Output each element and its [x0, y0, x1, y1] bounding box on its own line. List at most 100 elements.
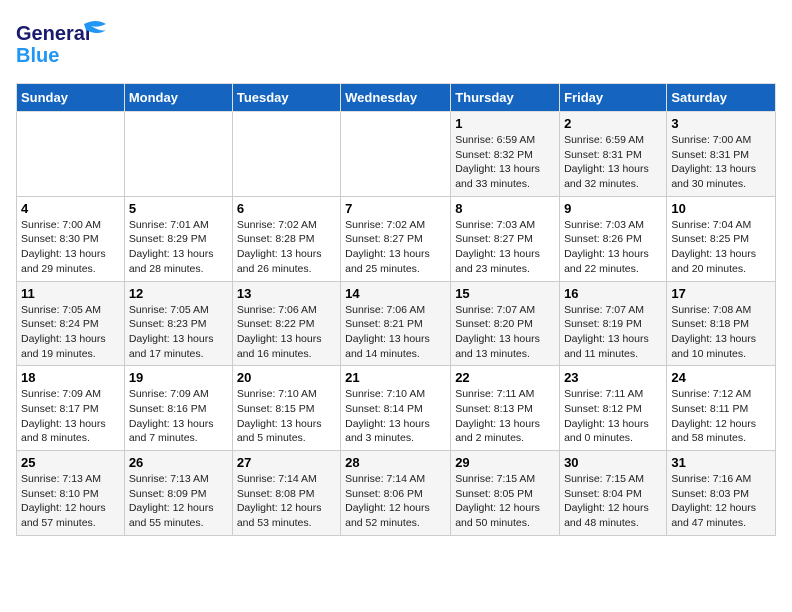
day-info: Sunrise: 7:13 AM Sunset: 8:09 PM Dayligh…	[129, 472, 228, 531]
day-number: 16	[564, 286, 662, 301]
calendar-cell	[232, 112, 340, 197]
calendar-cell: 28 Sunrise: 7:14 AM Sunset: 8:06 PM Dayli…	[341, 451, 451, 536]
calendar-cell: 25 Sunrise: 7:13 AM Sunset: 8:10 PM Dayli…	[17, 451, 125, 536]
day-info: Sunrise: 7:03 AM Sunset: 8:26 PM Dayligh…	[564, 218, 662, 277]
day-info: Sunrise: 7:01 AM Sunset: 8:29 PM Dayligh…	[129, 218, 228, 277]
weekday-thursday: Thursday	[451, 84, 560, 112]
day-info: Sunrise: 6:59 AM Sunset: 8:31 PM Dayligh…	[564, 133, 662, 192]
calendar-cell: 14 Sunrise: 7:06 AM Sunset: 8:21 PM Dayli…	[341, 281, 451, 366]
day-number: 23	[564, 370, 662, 385]
calendar-cell	[124, 112, 232, 197]
day-info: Sunrise: 7:16 AM Sunset: 8:03 PM Dayligh…	[671, 472, 771, 531]
day-info: Sunrise: 7:14 AM Sunset: 8:06 PM Dayligh…	[345, 472, 446, 531]
weekday-tuesday: Tuesday	[232, 84, 340, 112]
calendar-cell: 2 Sunrise: 6:59 AM Sunset: 8:31 PM Daylig…	[560, 112, 667, 197]
day-number: 15	[455, 286, 555, 301]
calendar-cell: 20 Sunrise: 7:10 AM Sunset: 8:15 PM Dayli…	[232, 366, 340, 451]
weekday-wednesday: Wednesday	[341, 84, 451, 112]
day-number: 27	[237, 455, 336, 470]
day-number: 4	[21, 201, 120, 216]
day-info: Sunrise: 7:15 AM Sunset: 8:05 PM Dayligh…	[455, 472, 555, 531]
day-number: 11	[21, 286, 120, 301]
day-number: 22	[455, 370, 555, 385]
calendar-week-2: 11Sunrise: 7:05 AM Sunset: 8:24 PM Dayli…	[17, 281, 776, 366]
svg-text:Blue: Blue	[16, 45, 59, 67]
day-number: 9	[564, 201, 662, 216]
day-number: 29	[455, 455, 555, 470]
day-info: Sunrise: 7:12 AM Sunset: 8:11 PM Dayligh…	[671, 387, 771, 446]
day-info: Sunrise: 7:09 AM Sunset: 8:16 PM Dayligh…	[129, 387, 228, 446]
logo: General Blue	[16, 16, 126, 71]
day-number: 13	[237, 286, 336, 301]
calendar-cell: 18 Sunrise: 7:09 AM Sunset: 8:17 PM Dayli…	[17, 366, 125, 451]
day-number: 25	[21, 455, 120, 470]
day-info: Sunrise: 7:06 AM Sunset: 8:22 PM Dayligh…	[237, 303, 336, 362]
weekday-saturday: Saturday	[667, 84, 776, 112]
day-number: 8	[455, 201, 555, 216]
day-info: Sunrise: 7:03 AM Sunset: 8:27 PM Dayligh…	[455, 218, 555, 277]
day-number: 6	[237, 201, 336, 216]
day-number: 1	[455, 116, 555, 131]
day-info: Sunrise: 7:09 AM Sunset: 8:17 PM Dayligh…	[21, 387, 120, 446]
day-number: 10	[671, 201, 771, 216]
day-number: 7	[345, 201, 446, 216]
day-info: Sunrise: 7:06 AM Sunset: 8:21 PM Dayligh…	[345, 303, 446, 362]
calendar-cell: 23 Sunrise: 7:11 AM Sunset: 8:12 PM Dayli…	[560, 366, 667, 451]
day-info: Sunrise: 7:15 AM Sunset: 8:04 PM Dayligh…	[564, 472, 662, 531]
day-number: 21	[345, 370, 446, 385]
day-info: Sunrise: 7:00 AM Sunset: 8:30 PM Dayligh…	[21, 218, 120, 277]
calendar-cell: 19Sunrise: 7:09 AM Sunset: 8:16 PM Dayli…	[124, 366, 232, 451]
calendar-cell: 29 Sunrise: 7:15 AM Sunset: 8:05 PM Dayli…	[451, 451, 560, 536]
calendar-cell	[341, 112, 451, 197]
day-info: Sunrise: 7:04 AM Sunset: 8:25 PM Dayligh…	[671, 218, 771, 277]
day-number: 26	[129, 455, 228, 470]
day-info: Sunrise: 7:10 AM Sunset: 8:14 PM Dayligh…	[345, 387, 446, 446]
calendar-cell: 11Sunrise: 7:05 AM Sunset: 8:24 PM Dayli…	[17, 281, 125, 366]
day-number: 14	[345, 286, 446, 301]
calendar-week-3: 18 Sunrise: 7:09 AM Sunset: 8:17 PM Dayli…	[17, 366, 776, 451]
day-info: Sunrise: 6:59 AM Sunset: 8:32 PM Dayligh…	[455, 133, 555, 192]
day-info: Sunrise: 7:11 AM Sunset: 8:13 PM Dayligh…	[455, 387, 555, 446]
day-number: 28	[345, 455, 446, 470]
day-info: Sunrise: 7:02 AM Sunset: 8:28 PM Dayligh…	[237, 218, 336, 277]
day-number: 30	[564, 455, 662, 470]
calendar-table: SundayMondayTuesdayWednesdayThursdayFrid…	[16, 83, 776, 536]
day-info: Sunrise: 7:07 AM Sunset: 8:19 PM Dayligh…	[564, 303, 662, 362]
weekday-friday: Friday	[560, 84, 667, 112]
calendar-cell: 7Sunrise: 7:02 AM Sunset: 8:27 PM Daylig…	[341, 196, 451, 281]
calendar-cell: 4 Sunrise: 7:00 AM Sunset: 8:30 PM Daylig…	[17, 196, 125, 281]
day-number: 24	[671, 370, 771, 385]
day-info: Sunrise: 7:11 AM Sunset: 8:12 PM Dayligh…	[564, 387, 662, 446]
day-number: 5	[129, 201, 228, 216]
calendar-cell: 3 Sunrise: 7:00 AM Sunset: 8:31 PM Daylig…	[667, 112, 776, 197]
calendar-cell: 16 Sunrise: 7:07 AM Sunset: 8:19 PM Dayli…	[560, 281, 667, 366]
calendar-cell: 31 Sunrise: 7:16 AM Sunset: 8:03 PM Dayli…	[667, 451, 776, 536]
day-info: Sunrise: 7:13 AM Sunset: 8:10 PM Dayligh…	[21, 472, 120, 531]
day-number: 12	[129, 286, 228, 301]
svg-text:General: General	[16, 23, 90, 45]
calendar-cell: 22 Sunrise: 7:11 AM Sunset: 8:13 PM Dayli…	[451, 366, 560, 451]
calendar-cell: 27Sunrise: 7:14 AM Sunset: 8:08 PM Dayli…	[232, 451, 340, 536]
calendar-cell: 24 Sunrise: 7:12 AM Sunset: 8:11 PM Dayli…	[667, 366, 776, 451]
calendar-cell: 9 Sunrise: 7:03 AM Sunset: 8:26 PM Daylig…	[560, 196, 667, 281]
calendar-cell: 17Sunrise: 7:08 AM Sunset: 8:18 PM Dayli…	[667, 281, 776, 366]
day-info: Sunrise: 7:07 AM Sunset: 8:20 PM Dayligh…	[455, 303, 555, 362]
day-info: Sunrise: 7:05 AM Sunset: 8:23 PM Dayligh…	[129, 303, 228, 362]
day-info: Sunrise: 7:10 AM Sunset: 8:15 PM Dayligh…	[237, 387, 336, 446]
day-number: 3	[671, 116, 771, 131]
day-info: Sunrise: 7:00 AM Sunset: 8:31 PM Dayligh…	[671, 133, 771, 192]
day-number: 18	[21, 370, 120, 385]
day-number: 17	[671, 286, 771, 301]
day-number: 20	[237, 370, 336, 385]
weekday-sunday: Sunday	[17, 84, 125, 112]
calendar-cell: 8 Sunrise: 7:03 AM Sunset: 8:27 PM Daylig…	[451, 196, 560, 281]
calendar-cell: 15 Sunrise: 7:07 AM Sunset: 8:20 PM Dayli…	[451, 281, 560, 366]
calendar-cell: 13 Sunrise: 7:06 AM Sunset: 8:22 PM Dayli…	[232, 281, 340, 366]
calendar-cell: 6 Sunrise: 7:02 AM Sunset: 8:28 PM Daylig…	[232, 196, 340, 281]
calendar-cell: 26 Sunrise: 7:13 AM Sunset: 8:09 PM Dayli…	[124, 451, 232, 536]
calendar-cell: 21 Sunrise: 7:10 AM Sunset: 8:14 PM Dayli…	[341, 366, 451, 451]
header: General Blue	[16, 16, 776, 71]
day-number: 31	[671, 455, 771, 470]
calendar-week-0: 1 Sunrise: 6:59 AM Sunset: 8:32 PM Daylig…	[17, 112, 776, 197]
day-number: 2	[564, 116, 662, 131]
